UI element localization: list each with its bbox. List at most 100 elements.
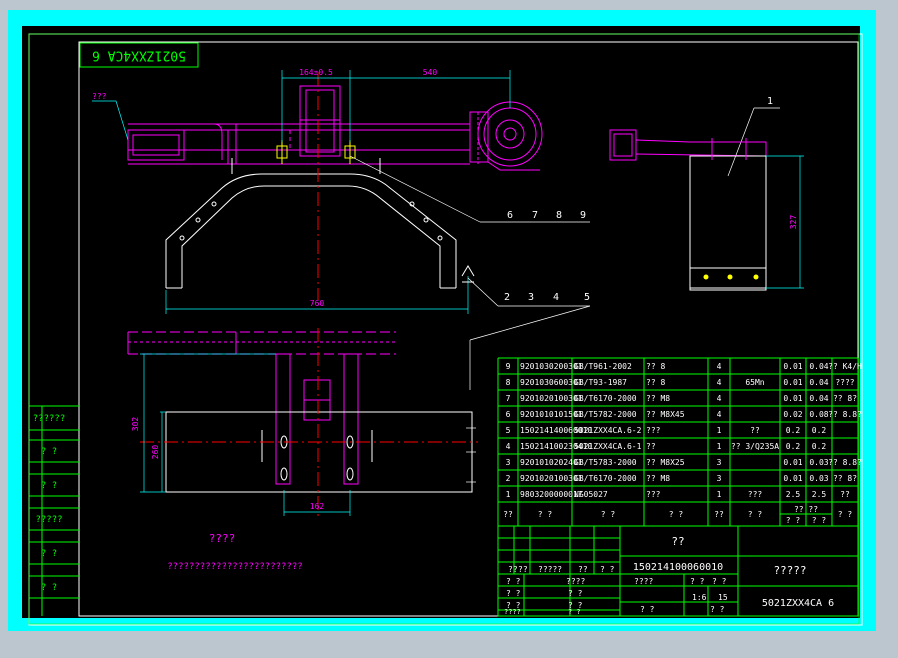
left-row-2: ? ?: [506, 589, 521, 598]
bom-cell-no: 2: [506, 474, 511, 483]
bom-cell-std: GB/T5782-2000: [574, 410, 637, 419]
part-name: ??: [671, 535, 684, 548]
mid-row-1: ????: [566, 577, 585, 586]
dim-162: 162: [310, 502, 325, 511]
bom-cell-name: ?? 8: [646, 362, 665, 371]
bom-cell-qty: 1: [717, 426, 722, 435]
bom-cell-note: ?? 8?: [833, 394, 857, 403]
bom-cell-w2: 0.04: [809, 362, 828, 371]
drawing-canvas[interactable]: 5021ZXX4CA 6 ?????? ? ? ? ? ????? ? ? ? …: [0, 0, 898, 658]
stamp-label-5: ? ?: [41, 549, 57, 559]
balloon-4: 4: [553, 292, 559, 303]
bom-cell-no: 4: [506, 442, 511, 451]
bom-cell-w2: 0.04: [809, 394, 828, 403]
bom-cell-no: 5: [506, 426, 511, 435]
cad-viewport: 5021ZXX4CA 6 ?????? ? ? ? ? ????? ? ? ? …: [0, 0, 898, 658]
bom-cell-qty: 4: [717, 378, 722, 387]
tech-req-title: ????: [209, 532, 236, 545]
balloon-6: 6: [507, 210, 513, 221]
mid-row-4: ? ?: [568, 608, 581, 616]
bom-cell-name: ???: [646, 490, 661, 499]
bom-header-weight: ?? ??: [794, 505, 818, 514]
paper: [22, 26, 860, 618]
rev-col-5: ? ?: [600, 565, 615, 574]
bom-cell-no: 8: [506, 378, 511, 387]
bom-cell-mat: ???: [748, 490, 763, 499]
stage-label: ????: [634, 577, 653, 586]
bom-cell-qty: 4: [717, 410, 722, 419]
scale-label: ? ?: [712, 577, 727, 586]
dim-302: 302: [131, 417, 140, 432]
company-name: ?????: [773, 564, 806, 577]
mid-row-2: ? ?: [568, 589, 583, 598]
bom-cell-w1: 0.01: [783, 458, 802, 467]
bom-cell-mat: 65Mn: [745, 378, 764, 387]
bom-cell-no: 6: [506, 410, 511, 419]
bom-cell-no: 3: [506, 458, 511, 467]
bom-cell-w1: 0.01: [783, 474, 802, 483]
weight-label: ? ?: [690, 577, 705, 586]
left-row-1: ? ?: [506, 577, 521, 586]
bom-cell-qty: 3: [717, 474, 722, 483]
bom-cell-w1: 0.2: [786, 426, 801, 435]
bom-cell-std: GB/T6170-2000: [574, 394, 637, 403]
bom-header-w2: ? ?: [812, 516, 827, 525]
bom-cell-name: ?? 8: [646, 378, 665, 387]
dim-540: 540: [423, 68, 438, 77]
bom-cell-note: ?? 8?: [833, 474, 857, 483]
bom-header-code: ? ?: [538, 510, 553, 519]
bom-cell-w2: 0.03: [809, 458, 828, 467]
sheet-label: ? ?: [710, 605, 725, 614]
bom-cell-std: GB/T5783-2000: [574, 458, 637, 467]
bom-cell-name: ?? M8: [646, 474, 670, 483]
bom-cell-name: ?? M8X45: [646, 410, 685, 419]
bom-cell-qty: 4: [717, 394, 722, 403]
bom-cell-mat: ?? 3/Q235A: [731, 442, 779, 451]
balloon-1: 1: [767, 96, 773, 107]
bom-cell-w1: 0.2: [786, 442, 801, 451]
balloon-3: 3: [528, 292, 534, 303]
bom-cell-name: ???: [646, 426, 661, 435]
bom-cell-no: 7: [506, 394, 511, 403]
bom-cell-w1: 0.01: [783, 378, 802, 387]
bom-cell-w2: 0.2: [812, 426, 827, 435]
bom-cell-w1: 0.02: [783, 410, 802, 419]
bom-header-mat: ? ?: [748, 510, 763, 519]
bom-cell-std: GB/T6170-2000: [574, 474, 637, 483]
bom-header-qty: ??: [714, 510, 724, 519]
dim-164: 164±0.5: [299, 68, 333, 77]
bom-cell-std: 5021ZXX4CA.6-1: [574, 442, 642, 451]
rev-col-2: ??: [518, 565, 528, 574]
bom-cell-std: GB/T961-2002: [574, 362, 632, 371]
tech-req-text: ?????????????????????????: [167, 562, 302, 572]
bom-header-w1: ? ?: [786, 516, 801, 525]
bom-cell-w2: 0.04: [809, 378, 828, 387]
bom-cell-name: ??: [646, 442, 656, 451]
bom-cell-w1: 0.01: [783, 394, 802, 403]
dim-260: 260: [151, 445, 160, 460]
bom-cell-note: ?? 8.8?: [828, 410, 862, 419]
bom-cell-name: ?? M8: [646, 394, 670, 403]
balloon-2: 2: [504, 292, 510, 303]
rev-col-3: ?????: [538, 565, 562, 574]
balloon-7: 7: [532, 210, 538, 221]
rev-col-1: ??: [508, 565, 518, 574]
bom-header-no: ??: [503, 510, 513, 519]
bom-cell-std: NG05027: [574, 490, 608, 499]
bom-cell-w2: 0.08: [809, 410, 828, 419]
code-box-text: 5021ZXX4CA 6: [92, 48, 186, 63]
bom-cell-qty: 1: [717, 490, 722, 499]
bom-cell-qty: 4: [717, 362, 722, 371]
material-note: ???: [92, 92, 107, 101]
bom-cell-note: ????: [835, 378, 854, 387]
bom-cell-no: 1: [506, 490, 511, 499]
dim-327: 327: [789, 215, 798, 230]
stamp-label-2: ? ?: [41, 447, 57, 457]
bom-cell-w1: 0.01: [783, 362, 802, 371]
left-row-4: ????: [504, 608, 521, 616]
bom-cell-qty: 1: [717, 442, 722, 451]
bom-cell-note: ?? 8.8?: [828, 458, 862, 467]
bom-cell-w2: 0.2: [812, 442, 827, 451]
bom-cell-w2: 0.03: [809, 474, 828, 483]
bom-cell-w2: 2.5: [812, 490, 827, 499]
